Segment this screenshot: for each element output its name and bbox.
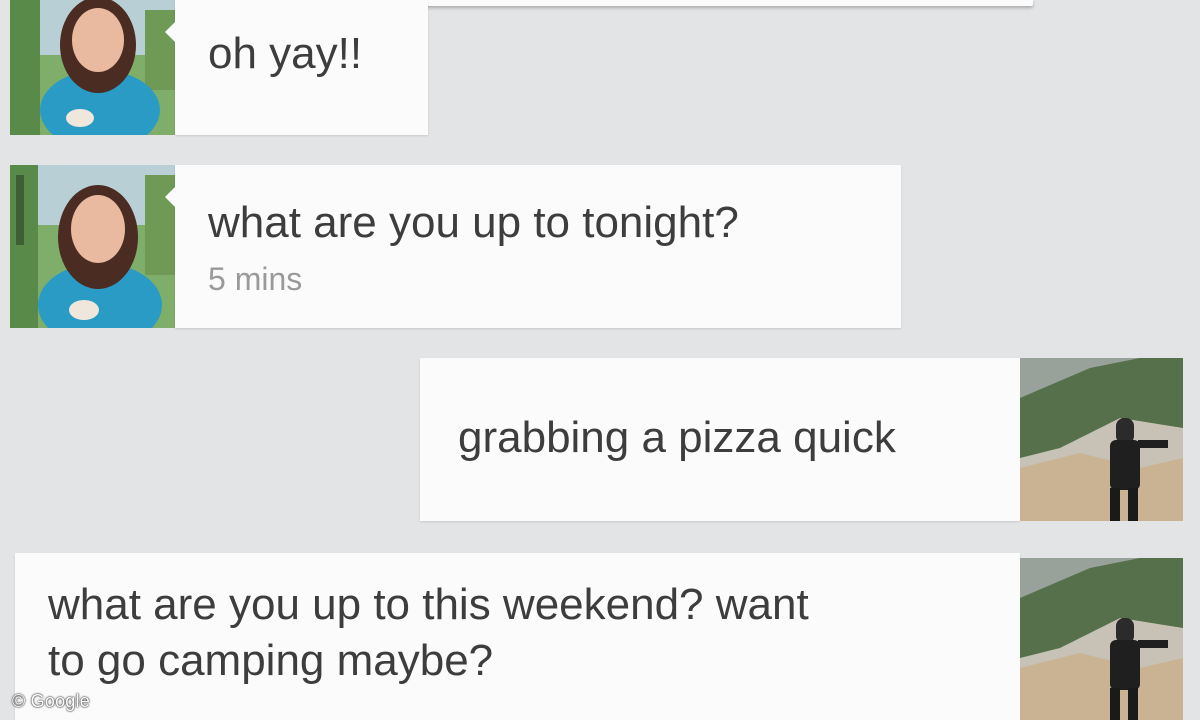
man-avatar-icon (1020, 358, 1183, 521)
message-bubble[interactable]: what are you up to tonight? 5 mins (165, 165, 901, 328)
google-watermark: © Google (12, 691, 90, 711)
message-bubble[interactable]: oh yay!! (165, 0, 428, 135)
message-timestamp: 5 mins (208, 261, 303, 297)
message-text: what are you up to this weekend? want to… (48, 580, 809, 685)
my-avatar[interactable] (1020, 358, 1183, 521)
message-text: grabbing a pizza quick (458, 413, 896, 462)
message-text: oh yay!! (208, 29, 363, 78)
message-bubble[interactable]: grabbing a pizza quick (420, 358, 1034, 521)
message-text: what are you up to tonight? (208, 198, 739, 247)
woman-avatar-icon (10, 165, 175, 328)
contact-avatar[interactable] (10, 165, 175, 328)
contact-avatar[interactable] (10, 0, 175, 135)
message-bubble[interactable]: what are you up to this weekend? want to… (15, 553, 1034, 720)
woman-avatar-icon (10, 0, 175, 135)
man-avatar-icon (1020, 558, 1183, 720)
my-avatar[interactable] (1020, 558, 1183, 720)
